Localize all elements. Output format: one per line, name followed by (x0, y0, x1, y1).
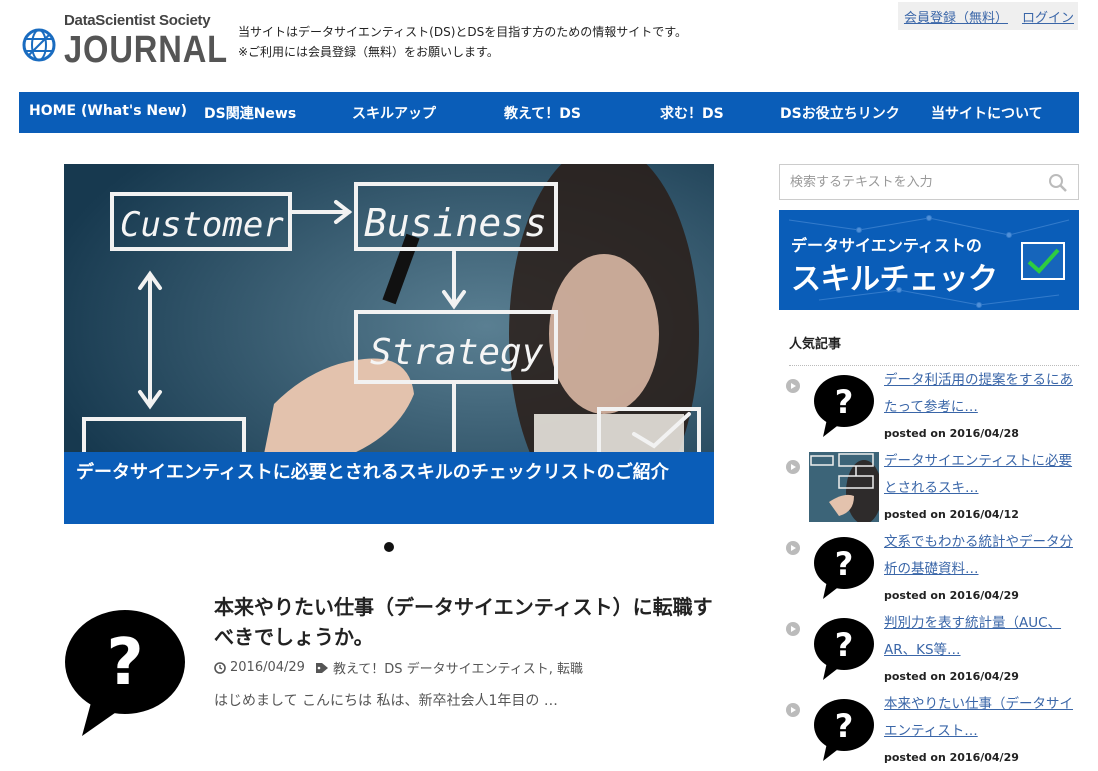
question-bubble-icon[interactable]: ? (809, 371, 879, 441)
checkmark-icon (1027, 248, 1060, 274)
article-meta: 2016/04/29 教えて！DS データサイエンティスト, 転職 (214, 658, 583, 677)
slider-word-business: Business (364, 201, 547, 245)
article-categories[interactable]: 教えて！DS データサイエンティスト, 転職 (333, 658, 583, 677)
article-excerpt: はじめまして こんにちは 私は、新卒社会人1年目の … (214, 693, 558, 709)
article-date: 2016/04/29 (230, 660, 305, 675)
clock-icon (214, 661, 226, 674)
globe-icon (22, 28, 56, 62)
popular-item-date: posted on 2016/04/29 (884, 751, 1019, 764)
popular-item: データサイエンティストに必要とされるスキ… posted on 2016/04/… (783, 452, 1079, 532)
popular-item: ? データ利活用の提案をするにあたって参考に… posted on 2016/0… (783, 371, 1079, 451)
nav-item-about[interactable]: 当サイトについて (931, 103, 1043, 123)
question-bubble-icon[interactable]: ? (809, 533, 879, 603)
popular-item-date: posted on 2016/04/12 (884, 508, 1019, 521)
tagline-line-2: ※ご利用には会員登録（無料）をお願いします。 (238, 45, 499, 59)
article-thumbnail-question-bubble-icon[interactable]: ? (62, 604, 188, 740)
banner-line-2: スキルチェック (791, 262, 998, 297)
nav-item-wanted-ds[interactable]: 求む！DS (660, 103, 724, 123)
chevron-right-icon (786, 703, 800, 717)
chevron-right-icon (786, 622, 800, 636)
checkbox-decoration (1021, 242, 1065, 280)
divider (789, 365, 1079, 366)
register-link[interactable]: 会員登録（無料） (904, 7, 1008, 26)
popular-item-link[interactable]: 判別力を表す統計量（AUC、AR、KS等… (884, 610, 1074, 664)
popular-item-date: posted on 2016/04/29 (884, 589, 1019, 602)
chevron-right-icon (786, 460, 800, 474)
popular-item-link[interactable]: 本来やりたい仕事（データサイエンティスト… (884, 691, 1074, 745)
main-navigation: HOME (What's New) DS関連News スキルアップ 教えて！DS… (19, 92, 1079, 133)
popular-item: ? 文系でもわかる統計やデータ分析の基礎資料… posted on 2016/0… (783, 533, 1079, 613)
search-box (779, 164, 1079, 200)
svg-text:?: ? (106, 626, 143, 700)
site-tagline: 当サイトはデータサイエンティスト(DS)とDSを目指す方のための情報サイトです。… (238, 22, 798, 62)
chevron-right-icon (786, 541, 800, 555)
logo-subtitle: DataScientist Society (64, 12, 211, 29)
slider-caption[interactable]: データサイエンティストに必要とされるスキルのチェックリストのご紹介 (64, 452, 714, 524)
popular-item: ? 判別力を表す統計量（AUC、AR、KS等… posted on 2016/0… (783, 614, 1079, 694)
slider-word-customer: Customer (120, 205, 284, 245)
chevron-right-icon (786, 379, 800, 393)
whiteboard-thumbnail[interactable] (809, 452, 879, 522)
featured-slider[interactable]: Customer Business Strategy データサイエンティストに必… (64, 164, 714, 524)
tag-icon (315, 662, 328, 673)
nav-item-ask-ds[interactable]: 教えて！DS (504, 103, 581, 123)
popular-articles-heading: 人気記事 (789, 337, 842, 352)
search-input[interactable] (780, 165, 1040, 199)
question-bubble-icon[interactable]: ? (809, 695, 879, 765)
banner-line-1: データサイエンティストの (791, 236, 982, 255)
login-link[interactable]: ログイン (1022, 7, 1074, 26)
slider-dot-active[interactable] (384, 542, 394, 552)
popular-item-link[interactable]: データサイエンティストに必要とされるスキ… (884, 448, 1074, 502)
nav-item-ds-news[interactable]: DS関連News (204, 103, 296, 123)
question-bubble-icon[interactable]: ? (809, 614, 879, 684)
popular-item: ? 本来やりたい仕事（データサイエンティスト… posted on 2016/0… (783, 695, 1079, 771)
auth-links: 会員登録（無料） ログイン (898, 2, 1078, 30)
svg-text:?: ? (835, 626, 854, 664)
popular-item-link[interactable]: データ利活用の提案をするにあたって参考に… (884, 367, 1074, 421)
search-icon[interactable] (1048, 173, 1068, 193)
nav-item-useful-links[interactable]: DSお役立ちリンク (780, 103, 900, 123)
popular-item-link[interactable]: 文系でもわかる統計やデータ分析の基礎資料… (884, 529, 1074, 583)
popular-item-date: posted on 2016/04/29 (884, 670, 1019, 683)
nav-item-home[interactable]: HOME (What's New) (29, 103, 187, 119)
site-logo[interactable]: DataScientist Society JOURNAL (22, 10, 227, 72)
tagline-line-1: 当サイトはデータサイエンティスト(DS)とDSを目指す方のための情報サイトです。 (238, 25, 688, 39)
svg-text:?: ? (835, 383, 854, 421)
skill-check-banner[interactable]: データサイエンティストの スキルチェック (779, 210, 1079, 310)
svg-text:?: ? (835, 707, 854, 745)
slider-word-strategy: Strategy (370, 332, 544, 373)
svg-text:?: ? (835, 545, 854, 583)
article-title[interactable]: 本来やりたい仕事（データサイエンティスト）に転職すべきでしょうか。 (214, 592, 724, 652)
popular-item-date: posted on 2016/04/28 (884, 427, 1019, 440)
nav-item-skill-up[interactable]: スキルアップ (352, 103, 436, 123)
logo-title: JOURNAL (64, 29, 228, 71)
